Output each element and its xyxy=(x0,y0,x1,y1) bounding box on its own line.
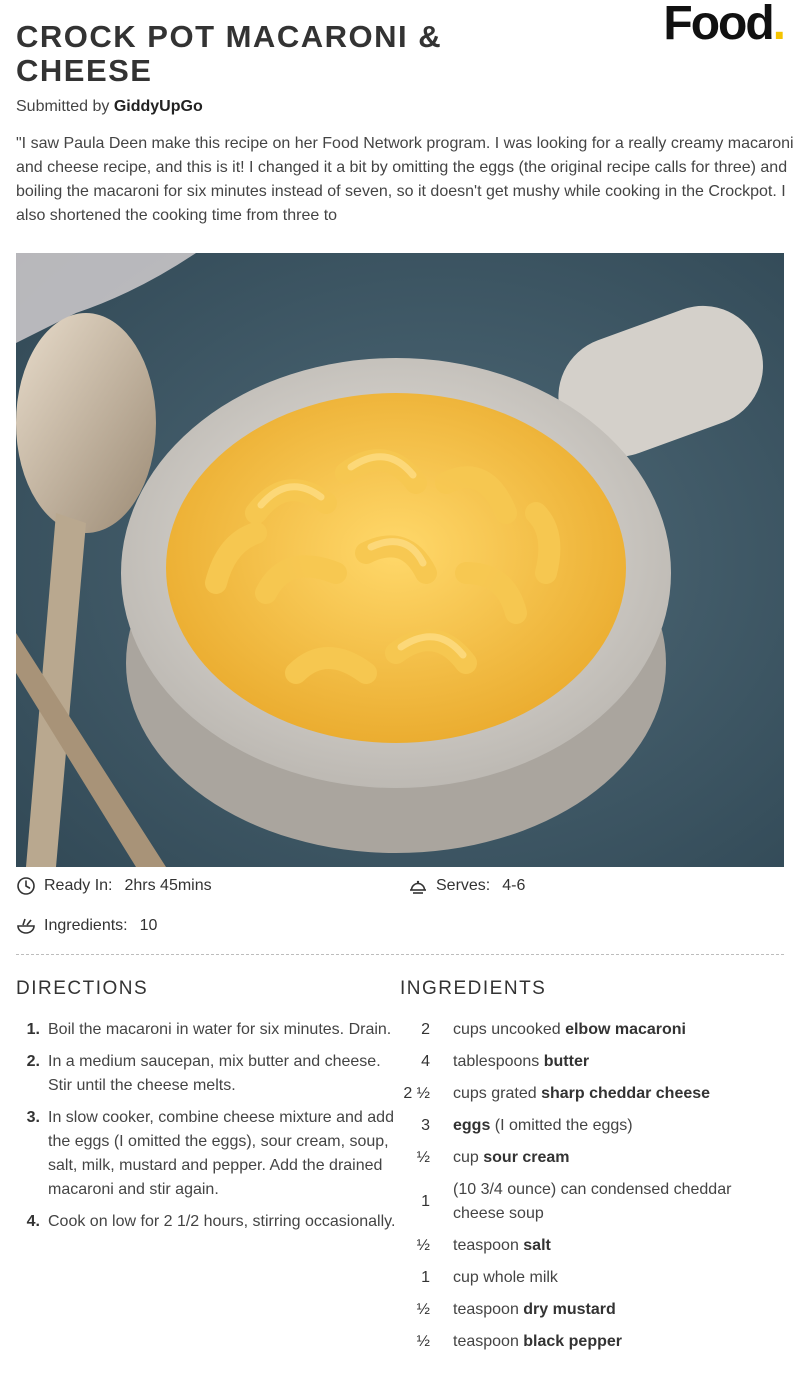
ingredient-qty: ½ xyxy=(416,1237,430,1254)
recipe-photo xyxy=(16,253,784,867)
ingredient-text: cup whole milk xyxy=(453,1269,558,1286)
ingredient-item: 2 cups uncooked elbow macaroni xyxy=(398,1018,784,1042)
ingredient-item: ½ teaspoon black pepper xyxy=(398,1330,784,1354)
ingredient-text: cups grated xyxy=(453,1085,542,1102)
ingredient-name[interactable]: sour cream xyxy=(483,1149,569,1166)
step-number: 4. xyxy=(26,1213,40,1230)
ingredient-item: 3 eggs (I omitted the eggs) xyxy=(398,1114,784,1138)
logo-text: Food xyxy=(663,0,774,50)
ingredient-item: 1 (10 3/4 ounce) can condensed cheddar ch… xyxy=(398,1178,784,1226)
directions-heading: DIRECTIONS xyxy=(16,978,149,999)
ingredient-qty: 2 ½ xyxy=(403,1085,430,1102)
ingredient-item: ½ teaspoon dry mustard xyxy=(398,1298,784,1322)
ingredient-name[interactable]: black pepper xyxy=(523,1333,622,1350)
ingredient-text: cups uncooked xyxy=(453,1021,566,1038)
ingredient-qty: 3 xyxy=(421,1117,430,1134)
clock-icon xyxy=(17,877,35,895)
mac-and-cheese-image xyxy=(16,253,784,867)
directions-list: 1. Boil the macaroni in water for six min… xyxy=(16,1018,400,1242)
ingredients-count-label: Ingredients: xyxy=(44,917,128,934)
ingredients-list: 2 cups uncooked elbow macaroni 4 tablespoo… xyxy=(398,1018,784,1362)
ingredient-text: teaspoon xyxy=(453,1333,524,1350)
ingredient-qty: ½ xyxy=(416,1149,430,1166)
step-text: Boil the macaroni in water for six minut… xyxy=(48,1021,392,1038)
ingredient-qty: 1 xyxy=(421,1269,430,1286)
author-link[interactable]: GiddyUpGo xyxy=(114,98,203,115)
ingredient-qty: 4 xyxy=(421,1053,430,1070)
submitted-prefix: Submitted by xyxy=(16,98,110,115)
ingredient-qty: 1 xyxy=(421,1193,430,1210)
step-text: Cook on low for 2 1/2 hours, stirring oc… xyxy=(48,1213,396,1230)
food-logo[interactable]: Food. xyxy=(663,0,786,50)
step-number: 3. xyxy=(26,1109,40,1126)
logo-dot: . xyxy=(772,0,786,50)
submitted-by: Submitted by GiddyUpGo xyxy=(16,98,203,116)
ingredients-count-value: 10 xyxy=(139,917,158,934)
step-text: In slow cooker, combine cheese mixture a… xyxy=(48,1109,394,1198)
ingredient-item: ½ cup sour cream xyxy=(398,1146,784,1170)
serves-label: Serves: xyxy=(436,877,491,894)
ingredients-heading: INGREDIENTS xyxy=(400,978,547,999)
ingredient-note: (I omitted the eggs) xyxy=(490,1117,633,1134)
recipe-title: CROCK POT MACARONI & CHEESE xyxy=(16,19,443,88)
ingredient-item: 2 ½ cups grated sharp cheddar cheese xyxy=(398,1082,784,1106)
ingredients-count: Ingredients: 10 xyxy=(16,916,157,936)
direction-step: 3. In slow cooker, combine cheese mixture… xyxy=(16,1106,400,1202)
serves: Serves: 4-6 xyxy=(408,876,525,896)
recipe-description: "I saw Paula Deen make this recipe on he… xyxy=(16,135,794,224)
direction-step: 2. In a medium saucepan, mix butter and c… xyxy=(16,1050,400,1098)
ingredient-qty: ½ xyxy=(416,1301,430,1318)
serving-dish-icon xyxy=(410,880,426,894)
step-number: 1. xyxy=(26,1021,40,1038)
section-divider xyxy=(16,954,784,955)
ingredient-name[interactable]: eggs xyxy=(453,1117,490,1134)
serves-value: 4-6 xyxy=(502,877,526,894)
ready-in: Ready In: 2hrs 45mins xyxy=(16,876,212,896)
direction-step: 1. Boil the macaroni in water for six min… xyxy=(16,1018,400,1042)
ingredient-name[interactable]: elbow macaroni xyxy=(565,1021,686,1038)
ingredient-name[interactable]: butter xyxy=(544,1053,589,1070)
ingredient-name[interactable]: salt xyxy=(523,1237,551,1254)
ingredient-text: (10 3/4 ounce) can condensed cheddar che… xyxy=(453,1181,732,1222)
ingredient-item: 1 cup whole milk xyxy=(398,1266,784,1290)
ingredient-name[interactable]: dry mustard xyxy=(523,1301,615,1318)
bowl-icon xyxy=(17,918,35,934)
ingredient-qty: ½ xyxy=(416,1333,430,1350)
ingredient-name[interactable]: sharp cheddar cheese xyxy=(541,1085,710,1102)
step-number: 2. xyxy=(26,1053,40,1070)
ingredient-item: ½ teaspoon salt xyxy=(398,1234,784,1258)
ready-in-value: 2hrs 45mins xyxy=(124,877,212,894)
direction-step: 4. Cook on low for 2 1/2 hours, stirring … xyxy=(16,1210,400,1234)
ingredient-text: tablespoons xyxy=(453,1053,544,1070)
ingredient-text: cup xyxy=(453,1149,484,1166)
ingredient-item: 4 tablespoons butter xyxy=(398,1050,784,1074)
step-text: In a medium saucepan, mix butter and che… xyxy=(48,1053,381,1094)
ingredient-text: teaspoon xyxy=(453,1237,524,1254)
ingredient-qty: 2 xyxy=(421,1021,430,1038)
ready-in-label: Ready In: xyxy=(44,877,113,894)
ingredient-text: teaspoon xyxy=(453,1301,524,1318)
